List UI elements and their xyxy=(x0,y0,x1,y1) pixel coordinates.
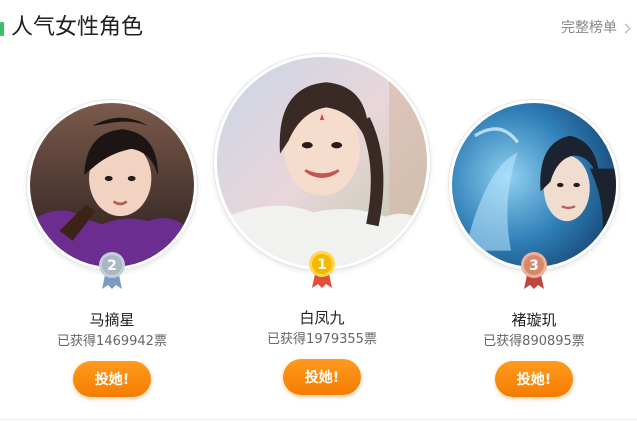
popular-female-characters-panel: 人气女性角色 完整榜单 2 马摘星 已获得1469942票 投她! 1 白凤九 … xyxy=(0,0,637,422)
avatar-photo xyxy=(30,103,194,267)
medal-icon: 2 xyxy=(99,252,125,289)
medal-icon: 1 xyxy=(309,251,335,288)
avatar-wrap: 2 xyxy=(27,100,197,289)
character-card-rank-2: 2 马摘星 已获得1469942票 投她! xyxy=(26,100,198,397)
character-avatar[interactable] xyxy=(449,100,619,270)
vote-count: 已获得890895票 xyxy=(483,334,585,349)
character-name: 褚璇玑 xyxy=(511,311,557,329)
vote-button[interactable]: 投她! xyxy=(283,359,361,395)
section-title: 人气女性角色 xyxy=(11,15,144,40)
full-ranking-link[interactable]: 完整榜单 xyxy=(561,18,631,38)
vote-count: 已获得1469942票 xyxy=(57,334,167,349)
vote-button[interactable]: 投她! xyxy=(73,361,151,397)
avatar-photo xyxy=(217,57,427,267)
character-card-rank-3: 3 褚璇玑 已获得890895票 投她! xyxy=(448,100,620,397)
rank-medal-silver: 2 xyxy=(96,251,128,291)
character-avatar[interactable] xyxy=(27,100,197,270)
avatar-wrap: 3 xyxy=(449,100,619,289)
rank-medal-gold: 1 xyxy=(306,250,338,290)
character-name: 白凤九 xyxy=(299,309,345,327)
medal-rank-number: 2 xyxy=(107,258,117,274)
section-accent-bar xyxy=(0,22,4,36)
avatar-photo xyxy=(452,103,616,267)
character-name: 马摘星 xyxy=(89,311,135,329)
rank-medal-bronze: 3 xyxy=(518,251,550,291)
medal-icon: 3 xyxy=(521,252,547,289)
character-avatar[interactable] xyxy=(214,54,430,270)
medal-rank-number: 3 xyxy=(529,258,539,274)
medal-rank-number: 1 xyxy=(317,257,327,273)
chevron-right-icon xyxy=(620,23,631,33)
avatar-wrap: 1 xyxy=(214,54,430,288)
vote-count: 已获得1979355票 xyxy=(267,332,377,347)
vote-button[interactable]: 投她! xyxy=(495,361,573,397)
full-ranking-link-label: 完整榜单 xyxy=(561,20,617,36)
character-card-rank-1: 1 白凤九 已获得1979355票 投她! xyxy=(214,54,430,395)
bottom-divider xyxy=(0,419,637,420)
